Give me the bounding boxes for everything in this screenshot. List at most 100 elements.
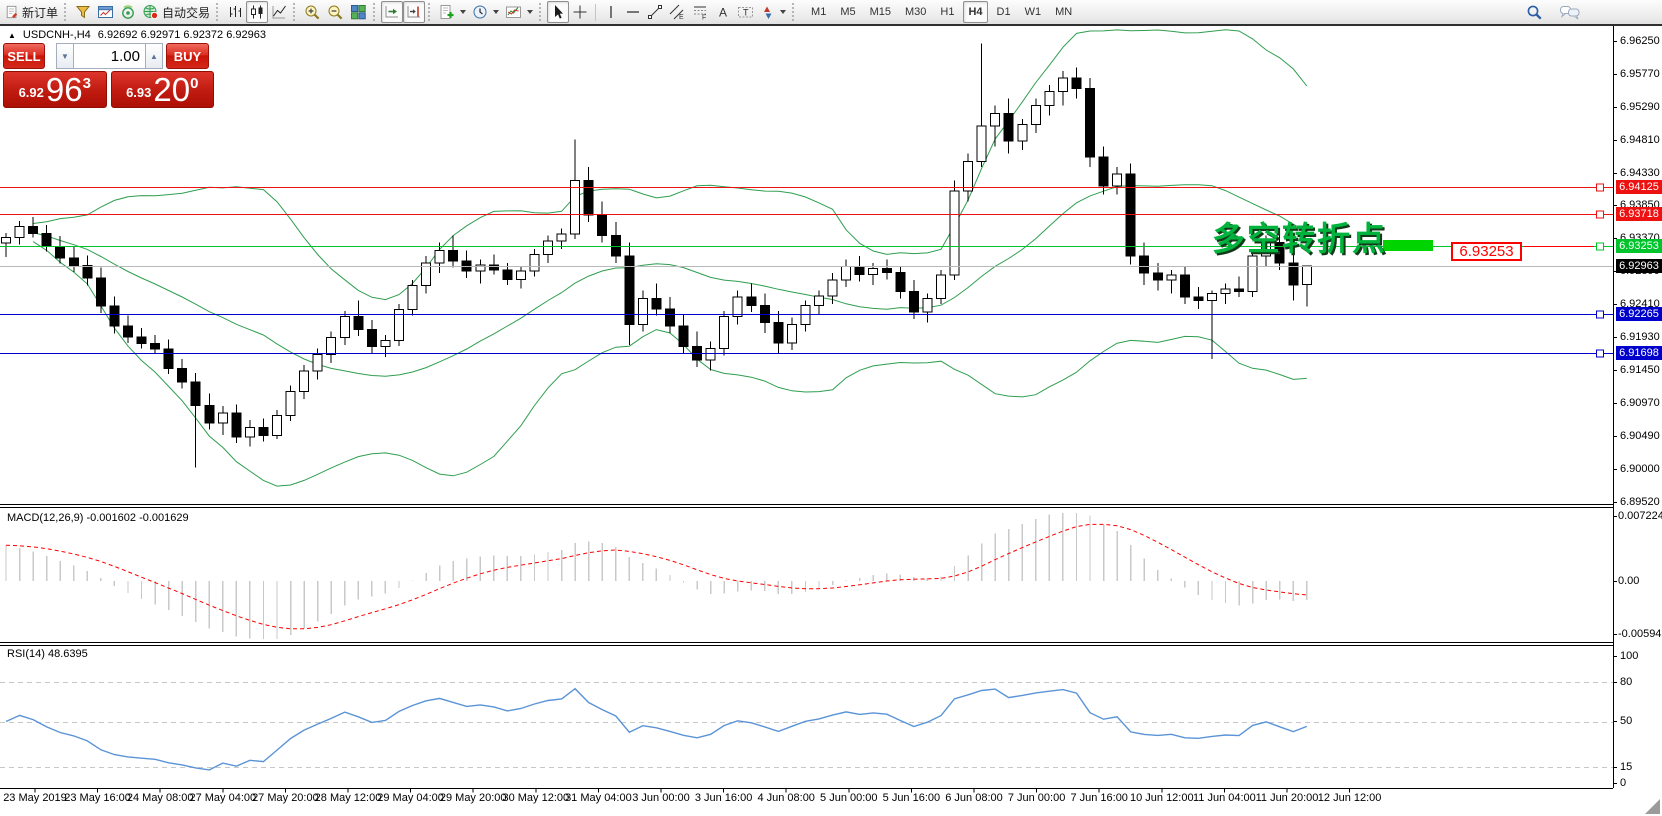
volume-input[interactable]: [74, 43, 145, 69]
tile-windows-button[interactable]: [347, 1, 370, 23]
signal-icon: [120, 4, 136, 20]
zoom-out-icon: [327, 4, 344, 21]
timeframe-h1-button[interactable]: H1: [935, 1, 959, 23]
candlestick-icon: [249, 4, 265, 20]
toolbar-grip: [792, 3, 797, 21]
horizontal-line-button[interactable]: [622, 1, 644, 23]
price-tick-label: 6.90970: [1620, 397, 1660, 409]
volume-down-button[interactable]: ▼: [56, 43, 74, 69]
auto-trading-button[interactable]: 自动交易: [139, 1, 213, 23]
trendline-icon: [647, 4, 663, 20]
new-order-button[interactable]: 新订单: [2, 1, 61, 23]
chart-window-icon: [97, 4, 114, 20]
crosshair-icon: [572, 4, 588, 20]
dropdown-caret-icon: [780, 10, 786, 14]
scroll-corner[interactable]: [1645, 799, 1660, 814]
current-price-badge: 6.92963: [1616, 259, 1662, 273]
resistance-price-badge: 6.93718: [1616, 207, 1662, 221]
price-tick-label: 6.95290: [1620, 101, 1660, 113]
sell-price-tile[interactable]: 6.92 96 3: [3, 71, 107, 108]
text-label-button[interactable]: T: [734, 1, 757, 23]
vertical-line-button[interactable]: [600, 1, 622, 23]
chart-title: ▲ USDCNH-,H4 6.92692 6.92971 6.92372 6.9…: [8, 29, 266, 41]
dropdown-caret-icon: [460, 10, 466, 14]
buy-button[interactable]: BUY: [166, 43, 209, 69]
price-tick-label: 6.95770: [1620, 68, 1660, 80]
chart-shift-button[interactable]: [403, 1, 425, 23]
resistance-price-badge: 6.94125: [1616, 180, 1662, 194]
arrows-icon: [760, 4, 775, 20]
svg-text:A: A: [719, 6, 727, 20]
text-icon: A: [716, 4, 730, 20]
macd-axis-label: 0.00: [1618, 575, 1639, 587]
timeframe-mn-button[interactable]: MN: [1050, 1, 1077, 23]
templates-button[interactable]: [502, 1, 536, 23]
rsi-axis-label: 100: [1620, 650, 1638, 662]
rsi-axis-label: 50: [1620, 715, 1632, 727]
market-watch-button[interactable]: [72, 1, 94, 23]
sell-price-big: 96: [46, 75, 83, 105]
dropdown-caret-icon: [493, 10, 499, 14]
chart-shift-icon: [406, 4, 422, 20]
indicators-button[interactable]: [436, 1, 469, 23]
sell-button[interactable]: SELL: [3, 43, 45, 69]
clock-icon: [472, 4, 488, 20]
volume-up-button[interactable]: ▲: [145, 43, 163, 69]
time-axis-label: 12 Jun 12:00: [1306, 792, 1394, 804]
toolbar-separator: [595, 4, 596, 21]
bar-chart-button[interactable]: [224, 1, 246, 23]
svg-text:E: E: [679, 14, 684, 20]
chart-window: ▲ USDCNH-,H4 6.92692 6.92971 6.92372 6.9…: [0, 26, 1662, 814]
timeframe-m15-button[interactable]: M15: [865, 1, 896, 23]
rsi-axis-label: 80: [1620, 676, 1632, 688]
timeframe-d1-button[interactable]: D1: [992, 1, 1016, 23]
community-button[interactable]: [1556, 1, 1584, 23]
timeframe-m30-button[interactable]: M30: [900, 1, 931, 23]
support-price-badge: 6.92265: [1616, 307, 1662, 321]
indicators-icon: [439, 4, 455, 20]
annotation-price-tag: 6.93253: [1451, 242, 1522, 261]
zoom-in-button[interactable]: [301, 1, 324, 23]
price-tick-label: 6.90490: [1620, 430, 1660, 442]
timeframe-m1-button[interactable]: M1: [806, 1, 831, 23]
crosshair-button[interactable]: [569, 1, 591, 23]
search-button[interactable]: [1523, 1, 1546, 23]
new-order-icon: [5, 5, 19, 19]
price-tick-label: 6.94810: [1620, 134, 1660, 146]
one-click-trading-panel: SELL ▼ ▲ BUY 6.92 96 3 6.93 20 0: [3, 43, 214, 108]
chart-canvas[interactable]: [0, 26, 1662, 814]
svg-text:T: T: [743, 8, 749, 18]
text-button[interactable]: A: [712, 1, 734, 23]
fibonacci-icon: F: [692, 4, 709, 20]
zoom-out-button[interactable]: [324, 1, 347, 23]
cursor-icon: [550, 4, 566, 20]
annotation-text: 多空转折点: [1212, 212, 1387, 260]
chart-symbol: USDCNH-,H4: [23, 29, 91, 41]
cursor-button[interactable]: [547, 1, 569, 23]
candlestick-button[interactable]: [246, 1, 268, 23]
trendline-button[interactable]: [644, 1, 666, 23]
chart-windows-button[interactable]: [94, 1, 117, 23]
template-icon: [505, 4, 522, 20]
periods-button[interactable]: [469, 1, 502, 23]
pivot-price-badge: 6.93253: [1616, 239, 1662, 253]
toolbar-grip: [539, 3, 544, 21]
timeframe-h4-button[interactable]: H4: [963, 1, 987, 23]
arrows-button[interactable]: [757, 1, 789, 23]
auto-scroll-button[interactable]: [381, 1, 403, 23]
sell-price-sup: 3: [83, 75, 91, 92]
timeframe-w1-button[interactable]: W1: [1020, 1, 1047, 23]
new-order-label: 新订单: [22, 4, 58, 21]
buy-price-tile[interactable]: 6.93 20 0: [111, 71, 215, 108]
collapse-icon[interactable]: ▲: [8, 31, 16, 40]
search-icon: [1526, 4, 1543, 21]
timeframe-m5-button[interactable]: M5: [835, 1, 860, 23]
macd-label: MACD(12,26,9) -0.001602 -0.001629: [7, 512, 189, 524]
toolbar: 新订单 自动交易 E F A T M1M5M15M30H1H4D1W1MN: [0, 0, 1662, 26]
equidistant-channel-button[interactable]: E: [666, 1, 689, 23]
line-chart-button[interactable]: [268, 1, 290, 23]
fibonacci-button[interactable]: F: [689, 1, 712, 23]
line-chart-icon: [271, 4, 287, 20]
macd-axis-label: -0.005942: [1618, 628, 1662, 640]
signals-button[interactable]: [117, 1, 139, 23]
